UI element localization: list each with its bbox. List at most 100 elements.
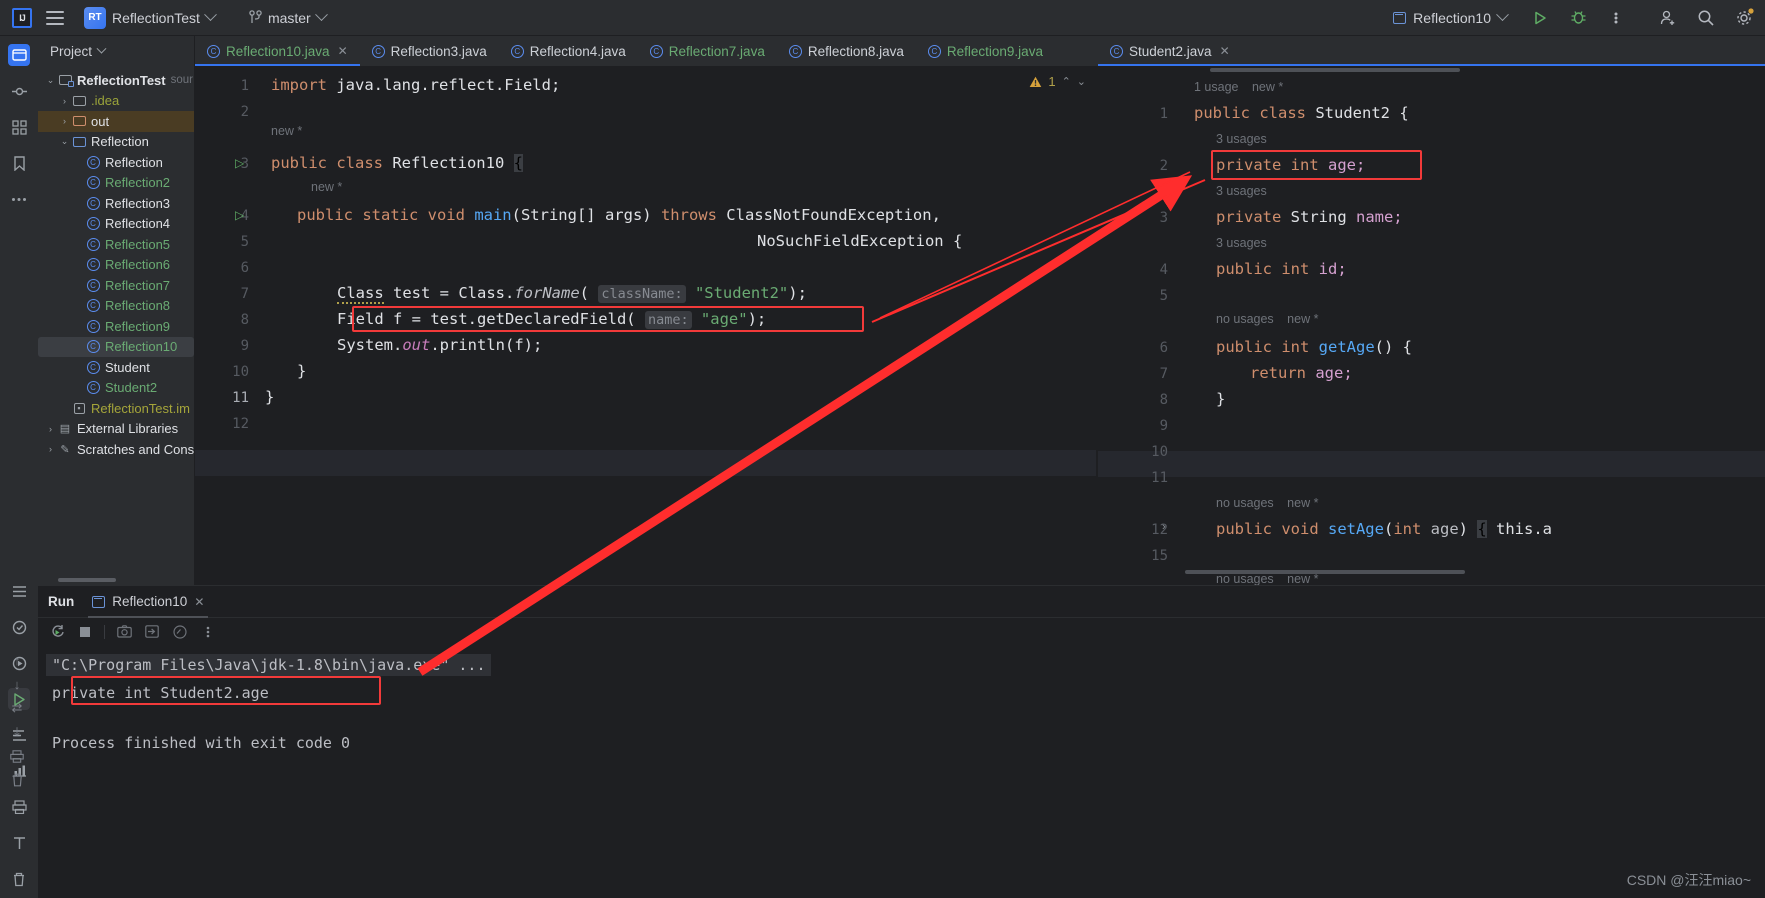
tree-node-reflection10[interactable]: C Reflection10 <box>38 336 194 357</box>
run-tab-reflection10[interactable]: Reflection10 ✕ <box>88 586 209 618</box>
project-tree[interactable]: ⌄ ReflectionTest sour › .idea › out ⌄ Reflection… <box>38 66 194 460</box>
bookmarks-tool-icon[interactable] <box>8 152 30 174</box>
chevron-right-icon[interactable]: › <box>44 444 57 454</box>
project-horizontal-scrollbar[interactable] <box>58 578 116 582</box>
run-configuration-selector[interactable]: Reflection10 <box>1387 7 1513 29</box>
tree-node-label: External Libraries <box>77 421 179 437</box>
java-class-icon: C <box>85 319 101 333</box>
todo-tool-icon[interactable] <box>8 580 30 602</box>
line-number: 10 <box>232 364 249 380</box>
editor-inspection-widget[interactable]: 1 ⌃ ⌄ <box>1029 74 1086 89</box>
more-actions-button[interactable] <box>1605 7 1627 29</box>
project-selector[interactable]: RT ReflectionTest <box>78 4 221 32</box>
soft-wrap-icon[interactable] <box>171 623 189 641</box>
tree-node-reflection[interactable]: ⌄ Reflection <box>38 132 194 153</box>
tab-reflection3-java[interactable]: C Reflection3.java <box>360 36 499 66</box>
project-badge-icon: RT <box>84 6 106 29</box>
tab-student2-java[interactable]: C Student2.java ✕ <box>1098 36 1765 66</box>
chevron-right-icon[interactable]: › <box>58 116 71 126</box>
add-user-button[interactable] <box>1657 7 1679 29</box>
tree-node-reflection5[interactable]: C Reflection5 <box>38 234 194 255</box>
tree-node-external-libraries[interactable]: › ▤ External Libraries <box>38 419 194 440</box>
line-number: 1 <box>1159 106 1168 122</box>
editor-gutter-right[interactable]: 1 2 3 4 5 6 7 8 9 10 11 12 15 › <box>1098 66 1178 585</box>
run-gutter-icon[interactable]: ▷ <box>235 156 244 170</box>
chevron-down-icon[interactable]: ⌄ <box>1077 75 1086 88</box>
tree-node--idea[interactable]: › .idea <box>38 91 194 112</box>
project-panel-header[interactable]: Project <box>38 36 194 66</box>
search-everywhere-button[interactable] <box>1695 7 1717 29</box>
tree-node-label: Reflection <box>91 134 149 150</box>
tree-node-reflection6[interactable]: C Reflection6 <box>38 255 194 276</box>
right-editor-horizontal-scrollbar[interactable] <box>1185 570 1465 574</box>
clear-all-icon[interactable] <box>0 768 34 792</box>
scratch-icon: ✎ <box>60 443 70 456</box>
tab-label: Reflection9.java <box>946 43 1043 59</box>
commit-tool-icon[interactable] <box>8 80 30 102</box>
more-tool-icon[interactable] <box>8 188 30 210</box>
tree-node-reflection3[interactable]: C Reflection3 <box>38 193 194 214</box>
line-number: 2 <box>1159 158 1168 174</box>
chevron-up-icon[interactable]: ⌃ <box>1062 75 1071 88</box>
structure-tool-icon[interactable] <box>8 116 30 138</box>
run-button[interactable] <box>1529 7 1551 29</box>
tree-node-reflection2[interactable]: C Reflection2 <box>38 173 194 194</box>
tree-node-out[interactable]: › out <box>38 111 194 132</box>
problems-tool-icon[interactable] <box>8 616 30 638</box>
chevron-down-icon <box>96 43 107 54</box>
tab-reflection8-java[interactable]: C Reflection8.java <box>777 36 916 66</box>
export-icon[interactable] <box>143 623 161 641</box>
settings-button[interactable] <box>1733 7 1755 29</box>
code-content-right[interactable]: 1 usage new * public class Student2 { 3 … <box>1178 66 1765 585</box>
close-icon[interactable]: ✕ <box>338 44 348 58</box>
screenshot-icon[interactable] <box>115 623 133 641</box>
tree-node-student[interactable]: C Student <box>38 357 194 378</box>
close-icon[interactable]: ✕ <box>194 595 204 609</box>
tree-node-reflectiontest[interactable]: ⌄ ReflectionTest sour <box>38 70 194 91</box>
toolbar-divider <box>104 624 105 639</box>
line-number: 2 <box>240 104 249 120</box>
tree-node-reflection8[interactable]: C Reflection8 <box>38 296 194 317</box>
run-window-header: Run Reflection10 ✕ <box>38 585 1765 618</box>
tree-node-student2[interactable]: C Student2 <box>38 378 194 399</box>
scroll-up-icon[interactable]: ↑ <box>0 648 34 672</box>
tree-node-reflection7[interactable]: C Reflection7 <box>38 275 194 296</box>
tab-reflection7-java[interactable]: C Reflection7.java <box>638 36 777 66</box>
rerun-icon[interactable] <box>48 623 66 641</box>
stop-icon[interactable] <box>76 623 94 641</box>
tab-reflection9-java[interactable]: C Reflection9.java <box>916 36 1055 66</box>
chevron-down-icon[interactable]: ⌄ <box>58 136 71 147</box>
fold-expand-icon[interactable]: › <box>1162 521 1166 533</box>
folder-icon <box>71 95 87 106</box>
chevron-down-icon[interactable]: ⌄ <box>44 75 57 86</box>
tree-node-label: Reflection9 <box>105 318 171 334</box>
editor-gutter[interactable]: 1 2 3 4 5 6 7 8 9 10 11 12 ▷ ▷ <box>195 66 257 585</box>
code-editor-student2[interactable]: 1 2 3 4 5 6 7 8 9 10 11 12 15 › 1 usage … <box>1098 66 1765 585</box>
scroll-down-icon[interactable]: ↓ <box>0 672 34 696</box>
tree-node-reflection4[interactable]: C Reflection4 <box>38 214 194 235</box>
tab-label: Reflection8.java <box>807 43 904 59</box>
chevron-right-icon[interactable]: › <box>58 96 71 106</box>
scroll-to-end-icon[interactable]: ⤓ <box>0 720 34 744</box>
tab-reflection4-java[interactable]: C Reflection4.java <box>499 36 638 66</box>
tree-node-reflectiontest-im[interactable]: ▪ ReflectionTest.im <box>38 398 194 419</box>
close-icon[interactable]: ✕ <box>1220 44 1230 58</box>
branch-selector[interactable]: master <box>243 7 332 29</box>
project-tool-icon[interactable] <box>8 44 30 66</box>
code-editor-reflection10[interactable]: 1 2 3 4 5 6 7 8 9 10 11 12 ▷ ▷ import ja… <box>195 66 1096 585</box>
debug-button[interactable] <box>1567 7 1589 29</box>
right-editor-top-scrollbar[interactable] <box>1210 68 1460 72</box>
tree-node-reflection[interactable]: C Reflection <box>38 152 194 173</box>
tree-node-scratches-and-cons[interactable]: › ✎ Scratches and Cons <box>38 439 194 460</box>
tree-node-reflection9[interactable]: C Reflection9 <box>38 316 194 337</box>
print-icon[interactable] <box>0 744 34 768</box>
chevron-right-icon[interactable]: › <box>44 424 57 434</box>
line-number: 8 <box>1159 392 1168 408</box>
code-content[interactable]: import java.lang.reflect.Field; new * pu… <box>257 66 1096 585</box>
soft-wrap-toggle-icon[interactable]: ⇄ <box>0 696 34 720</box>
more-vertical-icon[interactable] <box>199 623 217 641</box>
console-output[interactable]: "C:\Program Files\Java\jdk-1.8\bin\java.… <box>34 648 1765 898</box>
main-menu-icon[interactable] <box>46 10 64 25</box>
run-gutter-icon[interactable]: ▷ <box>235 208 244 222</box>
tab-reflection10-java[interactable]: C Reflection10.java ✕ <box>195 36 360 66</box>
